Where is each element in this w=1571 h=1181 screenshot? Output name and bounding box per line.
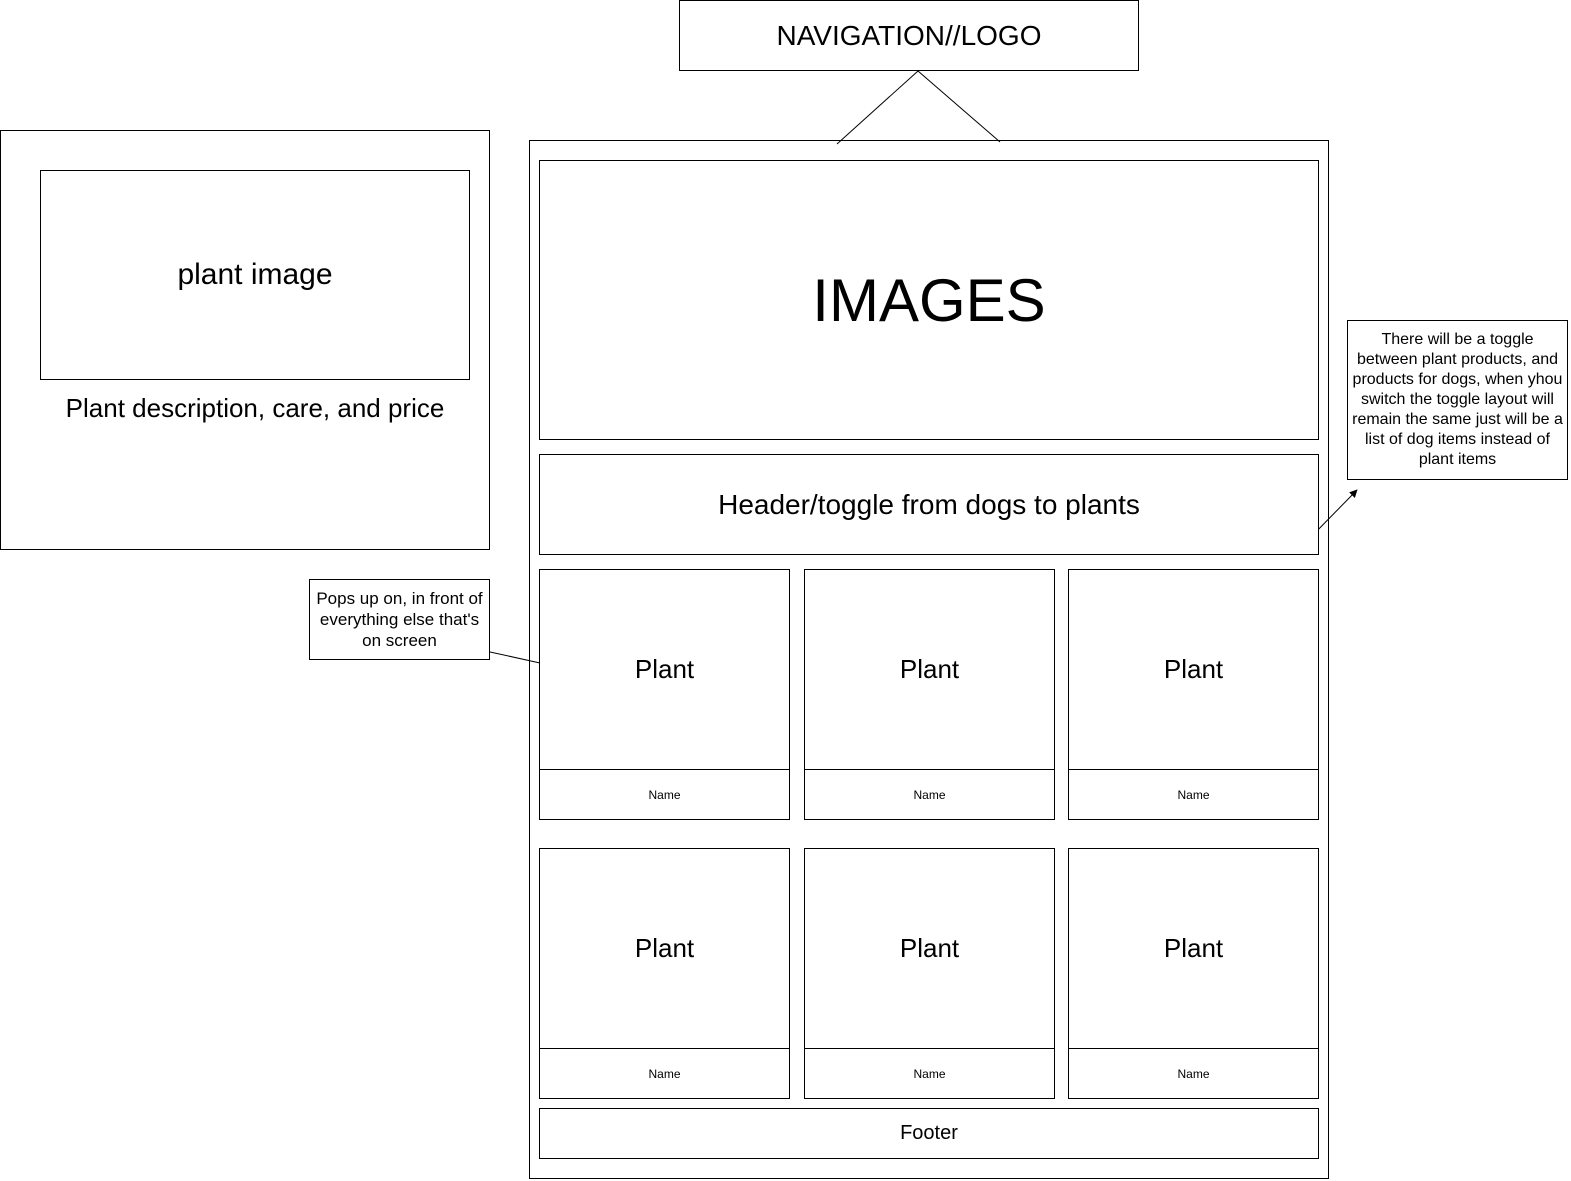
plant-card-image-label: Plant: [634, 654, 695, 684]
plant-card-name-label: Name: [1177, 1066, 1210, 1081]
plant-card-name-label: Name: [1177, 787, 1210, 802]
plant-card-image-label: Plant: [899, 933, 960, 963]
footer-label: Footer: [900, 1122, 958, 1144]
plant-card-image: Plant: [539, 848, 790, 1049]
header-toggle-label: Header/toggle from dogs to plants: [718, 488, 1140, 520]
plant-card-name: Name: [1068, 1048, 1319, 1099]
nav-connector-right: [917, 70, 1001, 143]
plant-card-name: Name: [804, 1048, 1055, 1099]
plant-card[interactable]: Plant Name: [804, 848, 1055, 1099]
plant-card-image: Plant: [1068, 848, 1319, 1049]
plant-card-image-label: Plant: [1163, 654, 1224, 684]
plant-card-name-label: Name: [648, 1066, 681, 1081]
plant-card-name: Name: [539, 769, 790, 820]
hero-images-label: IMAGES: [812, 266, 1046, 334]
plant-card[interactable]: Plant Name: [539, 569, 790, 820]
plant-card-name-label: Name: [913, 1066, 946, 1081]
plant-card[interactable]: Plant Name: [804, 569, 1055, 820]
plant-card-image: Plant: [539, 569, 790, 770]
plant-card-name-label: Name: [648, 787, 681, 802]
header-toggle[interactable]: Header/toggle from dogs to plants: [539, 454, 1319, 555]
plant-card-image-label: Plant: [1163, 933, 1224, 963]
plant-card-image: Plant: [804, 569, 1055, 770]
footer: Footer: [539, 1108, 1319, 1159]
navigation-logo[interactable]: NAVIGATION//LOGO: [679, 0, 1139, 71]
plant-card[interactable]: Plant Name: [1068, 569, 1319, 820]
plant-card-image: Plant: [1068, 569, 1319, 770]
plant-card-name-label: Name: [913, 787, 946, 802]
plant-card-image-label: Plant: [899, 654, 960, 684]
plant-card-name: Name: [1068, 769, 1319, 820]
plant-card[interactable]: Plant Name: [1068, 848, 1319, 1099]
plant-card-image: Plant: [804, 848, 1055, 1049]
modal-plant-image-label: plant image: [177, 258, 333, 291]
toggle-annotation-note: There will be a toggle between plant pro…: [1347, 320, 1568, 480]
navigation-logo-label: NAVIGATION//LOGO: [776, 19, 1042, 51]
popup-annotation-note: Pops up on, in front of everything else …: [309, 579, 490, 660]
nav-connector-left: [836, 70, 919, 145]
modal-plant-image: plant image: [40, 170, 470, 380]
modal-plant-description: Plant description, care, and price: [65, 393, 445, 423]
plant-card[interactable]: Plant Name: [539, 848, 790, 1099]
plant-card-name: Name: [804, 769, 1055, 820]
hero-images: IMAGES: [539, 160, 1319, 440]
toggle-annotation-text: There will be a toggle between plant pro…: [1352, 331, 1563, 468]
plant-card-image-label: Plant: [634, 933, 695, 963]
popup-annotation-text: Pops up on, in front of everything else …: [316, 589, 483, 650]
plant-card-name: Name: [539, 1048, 790, 1099]
